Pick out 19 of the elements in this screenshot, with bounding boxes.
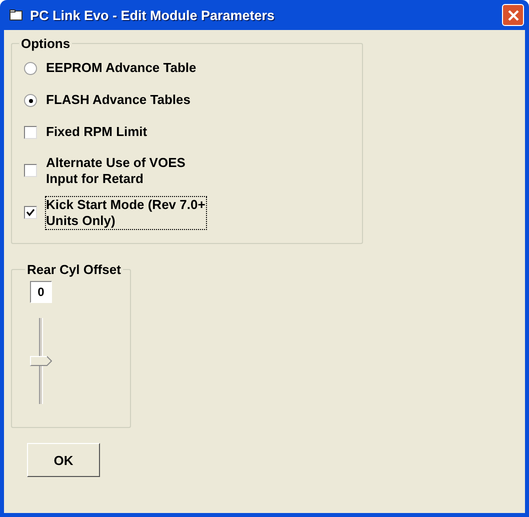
checkbox[interactable]	[24, 126, 37, 139]
radio-button[interactable]	[24, 94, 37, 107]
slider-thumb[interactable]	[30, 356, 52, 366]
option-label[interactable]: Fixed RPM Limit	[45, 123, 207, 141]
group-title: Options	[20, 36, 72, 51]
close-icon	[508, 10, 518, 20]
ok-button[interactable]: OK	[27, 443, 100, 477]
checkbox[interactable]	[24, 164, 37, 177]
group-title: Rear Cyl Offset	[26, 262, 122, 277]
checkbox[interactable]	[24, 206, 37, 219]
radio-button[interactable]	[24, 62, 37, 75]
option-label[interactable]: FLASH Advance Tables	[45, 91, 207, 109]
option-label[interactable]: Kick Start Mode (Rev 7.0+ Units Only)	[45, 196, 207, 230]
window-title: PC Link Evo - Edit Module Parameters	[30, 8, 276, 22]
option-label[interactable]: Alternate Use of VOES Input for Retard	[45, 154, 207, 188]
option-label[interactable]: EEPROM Advance Table	[45, 59, 207, 77]
close-button[interactable]	[502, 4, 524, 26]
window-icon	[9, 9, 23, 21]
value-field[interactable]: 0	[30, 281, 52, 303]
